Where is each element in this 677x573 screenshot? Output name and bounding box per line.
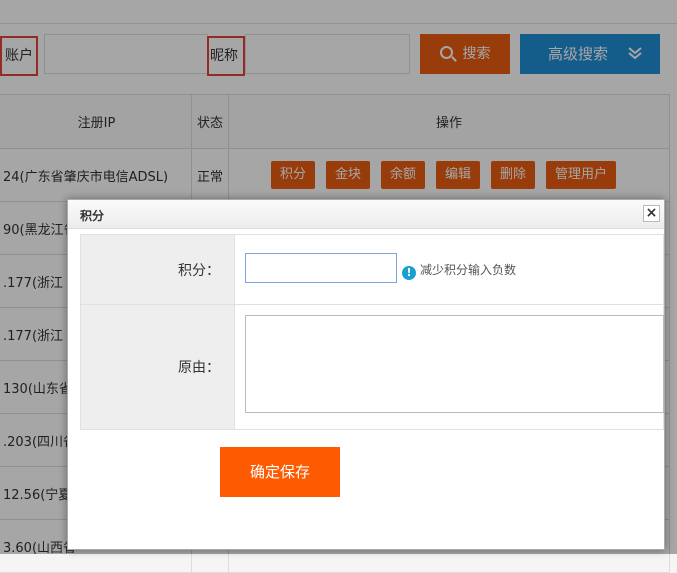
hint-text: 减少积分输入负数 [419, 263, 516, 277]
points-input[interactable] [244, 253, 397, 283]
points-label: 积分： [80, 234, 235, 305]
info-icon: ! [401, 266, 416, 280]
points-form: 积分： ! 减少积分输入负数 原由： [80, 234, 665, 430]
reason-cell [233, 304, 665, 430]
dialog-title: 积分 [80, 209, 105, 223]
close-icon[interactable]: × [643, 205, 660, 222]
save-button[interactable]: 确定保存 [220, 447, 340, 497]
form-row-reason: 原由： [80, 304, 665, 430]
points-hint: ! 减少积分输入负数 [401, 261, 516, 280]
points-dialog: 积分 × 积分： ! 减少积分输入负数 原由： 确定保存 [67, 199, 665, 550]
dialog-header: 积分 × [68, 200, 664, 229]
reason-label: 原由： [80, 304, 235, 430]
reason-textarea[interactable] [244, 315, 664, 413]
points-cell: ! 减少积分输入负数 [233, 234, 665, 305]
form-row-points: 积分： ! 减少积分输入负数 [80, 234, 665, 305]
